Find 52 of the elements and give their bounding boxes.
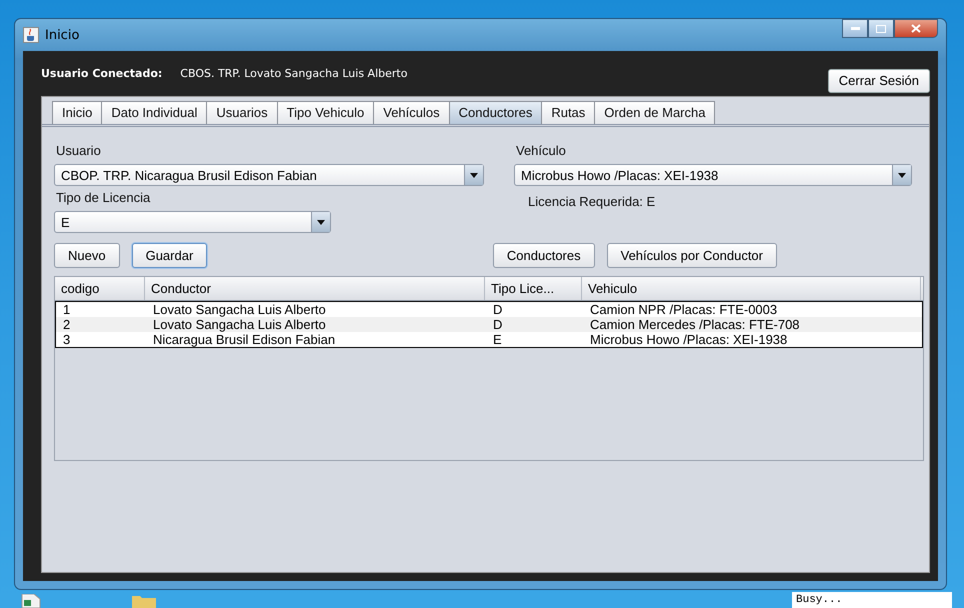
document-icon (20, 594, 42, 608)
tab[interactable]: Usuarios (206, 101, 278, 124)
logout-button[interactable]: Cerrar Sesión (828, 68, 930, 92)
tab[interactable]: Rutas (541, 101, 596, 124)
connected-user-name: CBOS. TRP. Lovato Sangacha Luis Alberto (180, 67, 408, 80)
field-label: Usuario (56, 143, 102, 158)
required-license-text: Licencia Requerida: E (528, 194, 656, 209)
minimize-icon (850, 27, 860, 30)
tab[interactable]: Conductores (448, 101, 542, 124)
vehicle-dropdown[interactable]: Microbus Howo /Placas: XEI-1938 (514, 164, 912, 186)
license-dropdown[interactable]: E (54, 211, 331, 233)
tab[interactable]: Dato Individual (101, 101, 208, 124)
table-cell-text: Microbus Howo /Placas: XEI-1938 (589, 332, 788, 347)
maximize-icon (876, 24, 886, 32)
user-dropdown[interactable]: CBOP. TRP. Nicaragua Brusil Edison Fabian (54, 164, 484, 186)
action-button[interactable]: Conductores (492, 243, 595, 268)
column-header[interactable]: Conductor (145, 277, 485, 300)
table-cell-text: 3 (62, 332, 72, 347)
maximize-button[interactable] (868, 19, 894, 38)
table-cell-text: E (492, 332, 503, 347)
column-header[interactable]: Vehiculo (582, 277, 921, 300)
tab[interactable]: Tipo Vehiculo (276, 101, 374, 124)
tab[interactable]: Vehículos (373, 101, 450, 124)
table-cell-text: D (492, 317, 504, 332)
tab[interactable]: Orden de Marcha (594, 101, 716, 124)
table-cell-text: Lovato Sangacha Luis Alberto (152, 302, 327, 317)
table-cell-text: Camion NPR /Placas: FTE-0003 (589, 302, 778, 317)
action-button[interactable]: Guardar (132, 243, 208, 268)
minimize-button[interactable] (842, 19, 868, 38)
connected-user-label: Usuario Conectado: (41, 67, 162, 80)
window-title: Inicio (45, 28, 80, 42)
dropdown-arrow-icon (470, 172, 478, 178)
table-cell-text: D (492, 302, 504, 317)
status-text: Busy... (792, 592, 952, 608)
table-cell-text: Lovato Sangacha Luis Alberto (152, 317, 327, 332)
field-label: Tipo de Licencia (56, 190, 152, 205)
column-header[interactable]: codigo (55, 277, 145, 300)
dropdown-arrow-icon (898, 172, 906, 178)
table-cell-text: Nicaragua Brusil Edison Fabian (152, 332, 336, 347)
table-cell-text: 1 (62, 302, 72, 317)
folder-icon (132, 594, 156, 608)
table-cell-text: Camion Mercedes /Placas: FTE-708 (589, 317, 801, 332)
action-button[interactable]: Nuevo (54, 243, 120, 268)
column-header[interactable]: Tipo Lice... (485, 277, 582, 300)
field-label: Vehículo (516, 143, 567, 158)
java-cup-icon (23, 27, 39, 43)
table-cell-text: 2 (62, 317, 72, 332)
close-button[interactable] (894, 19, 938, 38)
close-icon (911, 24, 921, 33)
dropdown-arrow-icon (317, 220, 325, 224)
tab[interactable]: Inicio (52, 101, 102, 124)
action-button[interactable]: Vehículos por Conductor (606, 243, 777, 268)
